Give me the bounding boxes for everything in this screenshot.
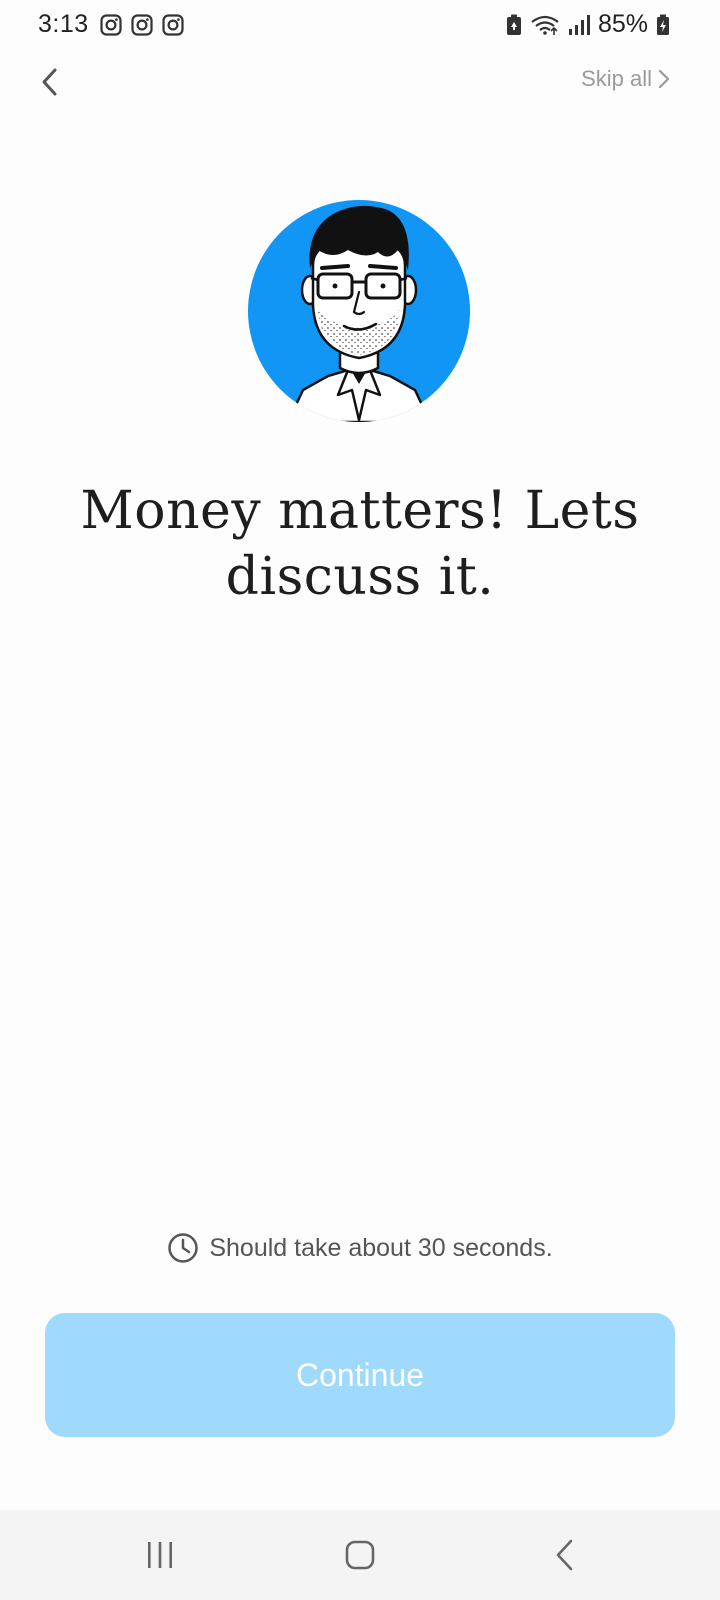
wifi-icon — [531, 15, 559, 35]
page-title: Money matters! Lets discuss it. — [80, 481, 640, 607]
clock-icon — [168, 1233, 199, 1263]
battery-saver-icon — [506, 14, 521, 35]
duration-hint: Should take about 30 seconds. — [0, 1232, 720, 1264]
skip-all-button[interactable]: Skip all — [581, 66, 670, 92]
system-nav-bar — [0, 1510, 720, 1600]
instagram-icon — [162, 14, 184, 36]
system-back-button[interactable] — [535, 1530, 595, 1580]
back-button[interactable] — [30, 62, 70, 102]
recent-apps-button[interactable] — [130, 1530, 190, 1580]
chevron-left-icon — [42, 68, 57, 96]
duration-text: Should take about 30 seconds. — [209, 1233, 553, 1262]
notification-icons — [100, 14, 184, 36]
continue-button[interactable]: Continue — [45, 1313, 675, 1437]
status-time: 3:13 — [38, 10, 89, 38]
battery-percent: 85% — [597, 10, 648, 38]
back-triangle-icon — [556, 1539, 573, 1571]
skip-all-label: Skip all — [581, 66, 652, 91]
home-icon — [345, 1540, 375, 1570]
avatar-illustration — [248, 200, 470, 422]
home-button[interactable] — [330, 1530, 390, 1580]
battery-charging-icon — [657, 14, 669, 35]
recent-apps-icon — [148, 1542, 172, 1568]
signal-icon — [568, 14, 590, 35]
instagram-icon — [100, 14, 122, 36]
system-status: 85% — [506, 10, 670, 39]
instagram-icon — [131, 14, 153, 36]
onboarding-screen: 3:13 85% Skip all Money matters! Lets di… — [0, 0, 720, 1600]
status-bar: 3:13 85% — [0, 0, 720, 52]
chevron-right-icon — [658, 69, 670, 89]
